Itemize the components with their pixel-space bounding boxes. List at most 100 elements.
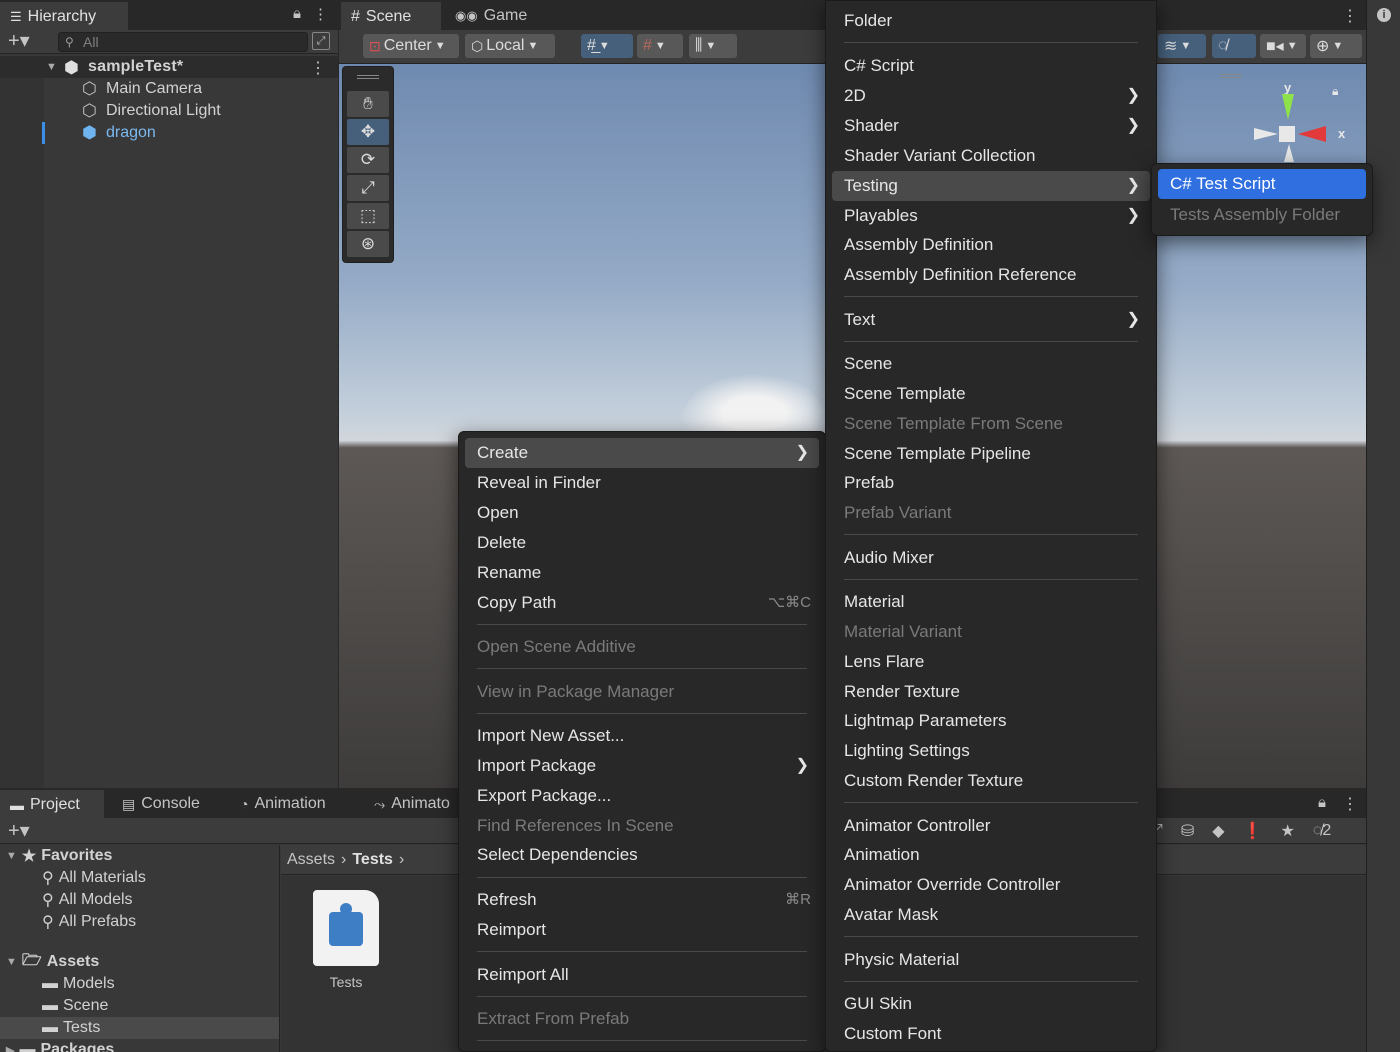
menu-item-text[interactable]: Text ❯ — [832, 305, 1150, 335]
hierarchy-item-main-camera[interactable]: ⬡ Main Camera — [0, 78, 338, 100]
caret-down-icon[interactable]: ▼ — [6, 850, 17, 862]
hidden-packages-toggle[interactable]: ◌̸2 — [1313, 822, 1331, 840]
menu-item-animation[interactable]: Animation — [832, 840, 1150, 870]
tab-console[interactable]: ▤ Console — [112, 790, 224, 818]
menu-item-select-dependencies[interactable]: Select Dependencies — [465, 840, 819, 870]
menu-item-avatar-mask[interactable]: Avatar Mask — [832, 900, 1150, 930]
favorite-item-all-models[interactable]: ⚲ All Models — [42, 889, 133, 911]
scene-row[interactable]: ▼ ⬢ sampleTest* ⋮ — [0, 56, 338, 78]
tab-project[interactable]: ▬ Project — [0, 790, 104, 818]
menu-item-rename[interactable]: Rename — [465, 558, 819, 588]
create-asset-button[interactable]: +▾ — [8, 821, 30, 841]
favorite-item-all-materials[interactable]: ⚲ All Materials — [42, 867, 146, 889]
packages-section[interactable]: ▶ ▬ Packages — [6, 1039, 114, 1052]
folder-item-tests[interactable]: ▬ Tests — [0, 1017, 279, 1039]
menu-item-create[interactable]: Create ❯ — [465, 438, 819, 468]
rect-tool-button[interactable]: ⬚ — [347, 203, 389, 229]
favorites-section[interactable]: ▼ ★ Favorites — [6, 845, 112, 867]
menu-item-import-new-asset[interactable]: Import New Asset... — [465, 721, 819, 751]
menu-item-reimport-all[interactable]: Reimport All — [465, 960, 819, 990]
menu-item-csharp-script[interactable]: C# Script — [832, 51, 1150, 81]
menu-item-custom-render-texture[interactable]: Custom Render Texture — [832, 766, 1150, 796]
hierarchy-item-dragon[interactable]: ⬢ dragon — [0, 122, 338, 144]
hierarchy-search-input[interactable]: ⚲ All — [58, 32, 308, 52]
menu-item-shader-variant-collection[interactable]: Shader Variant Collection — [832, 141, 1150, 171]
menu-item-physic-material[interactable]: Physic Material — [832, 945, 1150, 975]
info-icon[interactable]: i — [1377, 8, 1391, 22]
menu-item-scene[interactable]: Scene — [832, 349, 1150, 379]
grid-snap-button[interactable]: #̲ ▼ — [581, 34, 633, 58]
menu-item-csharp-test-script[interactable]: C# Test Script — [1158, 169, 1366, 199]
space-dropdown[interactable]: ⬡ Local ▼ — [465, 34, 555, 58]
hierarchy-item-directional-light[interactable]: ⬡ Directional Light — [0, 100, 338, 122]
menu-item-copy-path[interactable]: Copy Path ⌥⌘C — [465, 588, 819, 618]
transform-tool-button[interactable]: ⊛ — [347, 231, 389, 257]
tab-game[interactable]: ◉◉ Game — [445, 2, 535, 30]
menu-item-scene-template-pipeline[interactable]: Scene Template Pipeline — [832, 439, 1150, 469]
neg-x-axis-arrow-icon[interactable] — [1254, 128, 1278, 140]
menu-item-lightmap-parameters[interactable]: Lightmap Parameters — [832, 706, 1150, 736]
folder-item-scene[interactable]: ▬ Scene — [42, 995, 108, 1017]
pivot-dropdown[interactable]: ⊡ Center ▼ — [363, 34, 459, 58]
scene-kebab-icon[interactable]: ⋮ — [310, 58, 326, 78]
orientation-gizmo[interactable]: y x 🔒︎ — [1190, 64, 1366, 174]
gizmos-button[interactable]: ⊕ ▼ — [1310, 34, 1362, 58]
menu-item-delete[interactable]: Delete — [465, 528, 819, 558]
menu-item-open[interactable]: Open — [465, 498, 819, 528]
tab-animator[interactable]: ⤳ Animato — [364, 790, 460, 818]
visibility-toggle-button[interactable]: ◌̸ — [1212, 34, 1256, 58]
drag-handle-icon[interactable] — [1220, 74, 1242, 78]
menu-item-2d[interactable]: 2D ❯ — [832, 81, 1150, 111]
assets-section[interactable]: ▼ 🗁︎ Assets — [6, 951, 99, 973]
menu-item-refresh[interactable]: Refresh ⌘R — [465, 885, 819, 915]
menu-item-lens-flare[interactable]: Lens Flare — [832, 647, 1150, 677]
caret-down-icon[interactable]: ▼ — [6, 956, 17, 968]
menu-item-gui-skin[interactable]: GUI Skin — [832, 989, 1150, 1019]
y-axis-arrow-icon[interactable] — [1282, 94, 1294, 120]
label-filter-icon[interactable]: ◆ — [1212, 821, 1224, 841]
folder-item-models[interactable]: ▬ Models — [42, 973, 115, 995]
kebab-menu-icon[interactable]: ⋮ — [313, 5, 328, 23]
menu-item-reveal-in-finder[interactable]: Reveal in Finder — [465, 468, 819, 498]
move-tool-button[interactable]: ✥ — [347, 119, 389, 145]
menu-item-scene-template[interactable]: Scene Template — [832, 379, 1150, 409]
favorite-star-icon[interactable]: ★ — [1280, 821, 1294, 841]
menu-item-material[interactable]: Material — [832, 587, 1150, 617]
menu-item-assembly-definition-reference[interactable]: Assembly Definition Reference — [832, 260, 1150, 290]
menu-item-assembly-definition[interactable]: Assembly Definition — [832, 230, 1150, 260]
tab-hierarchy[interactable]: ☰ Hierarchy — [0, 2, 128, 30]
gizmo-center-cube-icon[interactable] — [1279, 126, 1295, 142]
lock-icon[interactable]: 🔒︎ — [293, 5, 301, 23]
layers-button[interactable]: ≋ ▼ — [1158, 34, 1206, 58]
rotate-tool-button[interactable]: ⟳ — [347, 147, 389, 173]
breadcrumb-tests[interactable]: Tests — [352, 851, 393, 869]
x-axis-arrow-icon[interactable] — [1298, 126, 1326, 142]
tab-animation[interactable]: ◔ Animation — [230, 790, 356, 818]
asset-tile-tests[interactable]: Tests — [311, 890, 381, 990]
menu-item-folder[interactable]: Folder — [832, 6, 1150, 36]
menu-item-lighting-settings[interactable]: Lighting Settings — [832, 736, 1150, 766]
warning-icon[interactable]: ❗ — [1243, 821, 1263, 841]
favorite-item-all-prefabs[interactable]: ⚲ All Prefabs — [42, 911, 136, 933]
kebab-menu-icon[interactable]: ⋮ — [1342, 794, 1358, 814]
menu-item-shader[interactable]: Shader ❯ — [832, 111, 1150, 141]
scale-tool-button[interactable]: ⤢ — [347, 175, 389, 201]
drag-handle-icon[interactable] — [357, 75, 379, 79]
menu-item-audio-mixer[interactable]: Audio Mixer — [832, 543, 1150, 573]
lock-icon[interactable]: 🔒︎ — [1318, 794, 1326, 811]
scene-kebab-icon[interactable]: ⋮ — [1342, 6, 1358, 26]
grid-visibility-button[interactable]: # ▼ — [637, 34, 683, 58]
type-filter-icon[interactable]: ⛁ — [1181, 821, 1194, 841]
breadcrumb-assets[interactable]: Assets — [287, 851, 335, 869]
hand-tool-button[interactable]: ✋︎ — [347, 91, 389, 117]
menu-item-prefab[interactable]: Prefab — [832, 468, 1150, 498]
lock-icon[interactable]: 🔒︎ — [1332, 84, 1338, 99]
camera-settings-button[interactable]: ■◂ ▼ — [1260, 34, 1306, 58]
menu-item-import-package[interactable]: Import Package ❯ — [465, 751, 819, 781]
caret-right-icon[interactable]: ▶ — [6, 1044, 14, 1052]
menu-item-render-texture[interactable]: Render Texture — [832, 677, 1150, 707]
menu-item-custom-font[interactable]: Custom Font — [832, 1019, 1150, 1049]
neg-y-axis-arrow-icon[interactable] — [1284, 144, 1294, 162]
add-object-button[interactable]: +▾ — [8, 31, 30, 51]
scene-visibility-icon[interactable]: ⤢ — [312, 32, 330, 50]
